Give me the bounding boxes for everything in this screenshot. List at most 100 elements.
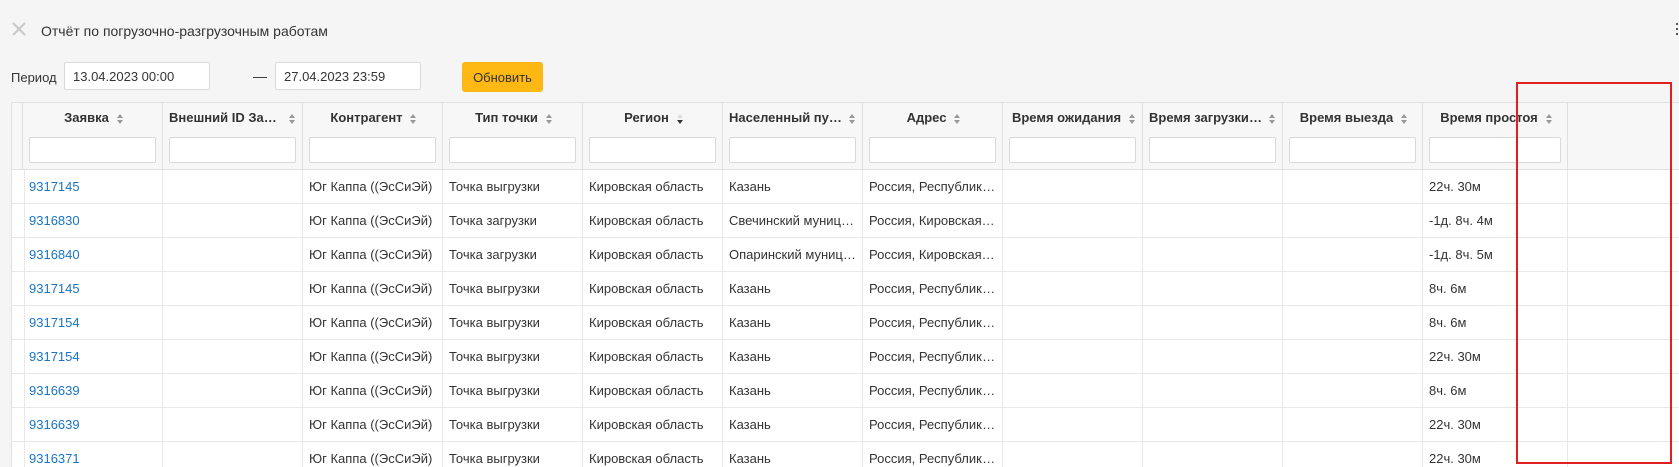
cell-idle_time: 8ч. 6м xyxy=(1423,374,1568,407)
cell-locality: Казань xyxy=(723,442,863,467)
period-label: Период xyxy=(11,70,57,85)
table-header: Заявка Внешний ID Заявки Контрагент Тип точ… xyxy=(12,103,1679,170)
cell-locality: Казань xyxy=(723,170,863,203)
cell-depart_time xyxy=(1283,272,1423,305)
column-header-counterparty[interactable]: Контрагент xyxy=(303,103,443,169)
cell-ext_id xyxy=(163,442,303,467)
cell-ext_id xyxy=(163,238,303,271)
cell-address: Россия, Республика Татарстан xyxy=(863,374,1003,407)
sort-icon[interactable] xyxy=(848,113,856,125)
column-filter-ext_id[interactable] xyxy=(169,137,296,163)
cell-point_type: Точка выгрузки xyxy=(443,170,583,203)
cell-load_time xyxy=(1143,204,1283,237)
table-row[interactable]: 9317154 Юг Каппа ((ЭсСиЭй) Точка выгрузки К… xyxy=(12,340,1679,374)
sort-icon[interactable] xyxy=(953,113,961,125)
table-row[interactable]: 9317145 Юг Каппа ((ЭсСиЭй) Точка выгрузки К… xyxy=(12,272,1679,306)
cell-wait_time xyxy=(1003,204,1143,237)
cell-point_type: Точка выгрузки xyxy=(443,408,583,441)
column-filter-depart_time[interactable] xyxy=(1289,137,1416,163)
cell-address: Россия, Кировская область xyxy=(863,204,1003,237)
order-link[interactable]: 9316639 xyxy=(23,374,163,407)
sort-icon[interactable] xyxy=(116,113,124,125)
cell-depart_time xyxy=(1283,204,1423,237)
sort-icon[interactable] xyxy=(1128,113,1136,125)
cell-wait_time xyxy=(1003,340,1143,373)
order-link[interactable]: 9317145 xyxy=(23,272,163,305)
cell-counterparty: Юг Каппа ((ЭсСиЭй) xyxy=(303,374,443,407)
column-filter-counterparty[interactable] xyxy=(309,137,436,163)
more-icon[interactable] xyxy=(1675,20,1679,42)
column-title: Тип точки xyxy=(475,110,538,125)
order-link[interactable]: 9316371 xyxy=(23,442,163,467)
date-from-input[interactable] xyxy=(64,62,210,90)
cell-idle_time: 22ч. 30м xyxy=(1423,340,1568,373)
column-filter-wait_time[interactable] xyxy=(1009,137,1136,163)
cell-locality: Опаринский муниципальный округ xyxy=(723,238,863,271)
table-row[interactable]: 9317154 Юг Каппа ((ЭсСиЭй) Точка выгрузки К… xyxy=(12,306,1679,340)
sort-icon[interactable] xyxy=(1400,113,1408,125)
column-filter-load_time[interactable] xyxy=(1149,137,1276,163)
cell-idle_time: -1д. 8ч. 4м xyxy=(1423,204,1568,237)
column-filter-locality[interactable] xyxy=(729,137,856,163)
cell-address: Россия, Республика Татарстан xyxy=(863,340,1003,373)
column-filter-order[interactable] xyxy=(29,137,156,163)
column-title: Время ожидания xyxy=(1011,110,1122,125)
sort-icon[interactable] xyxy=(409,113,417,125)
sort-icon[interactable] xyxy=(1545,113,1553,125)
refresh-button[interactable]: Обновить xyxy=(462,62,543,92)
column-header-load_time[interactable]: Время загрузки/выгрузки xyxy=(1143,103,1283,169)
table-row[interactable]: 9316639 Юг Каппа ((ЭсСиЭй) Точка выгрузки К… xyxy=(12,374,1679,408)
cell-wait_time xyxy=(1003,374,1143,407)
column-header-order[interactable]: Заявка xyxy=(23,103,163,169)
cell-region: Кировская область xyxy=(583,272,723,305)
cell-ext_id xyxy=(163,340,303,373)
close-icon[interactable] xyxy=(10,20,28,38)
table-row[interactable]: 9316840 Юг Каппа ((ЭсСиЭй) Точка загрузки К… xyxy=(12,238,1679,272)
sort-icon[interactable] xyxy=(1268,113,1276,125)
table-row[interactable]: 9316639 Юг Каппа ((ЭсСиЭй) Точка выгрузки К… xyxy=(12,408,1679,442)
order-link[interactable]: 9317154 xyxy=(23,340,163,373)
cell-idle_time: 22ч. 30м xyxy=(1423,408,1568,441)
column-filter-address[interactable] xyxy=(869,137,996,163)
sort-icon[interactable] xyxy=(288,113,296,125)
cell-idle_time: 22ч. 30м xyxy=(1423,170,1568,203)
column-header-idle_time[interactable]: Время простоя xyxy=(1423,103,1568,169)
column-filter-idle_time[interactable] xyxy=(1429,137,1561,163)
cell-load_time xyxy=(1143,238,1283,271)
cell-region: Кировская область xyxy=(583,374,723,407)
column-header-locality[interactable]: Населенный пункт xyxy=(723,103,863,169)
cell-ext_id xyxy=(163,204,303,237)
table-row[interactable]: 9316830 Юг Каппа ((ЭсСиЭй) Точка загрузки К… xyxy=(12,204,1679,238)
sort-icon[interactable] xyxy=(676,113,684,125)
order-link[interactable]: 9317145 xyxy=(23,170,163,203)
column-header-depart_time[interactable]: Время выезда xyxy=(1283,103,1423,169)
cell-counterparty: Юг Каппа ((ЭсСиЭй) xyxy=(303,238,443,271)
date-to-input[interactable] xyxy=(275,62,421,90)
column-header-ext_id[interactable]: Внешний ID Заявки xyxy=(163,103,303,169)
table-row[interactable]: 9317145 Юг Каппа ((ЭсСиЭй) Точка выгрузки К… xyxy=(12,170,1679,204)
cell-counterparty: Юг Каппа ((ЭсСиЭй) xyxy=(303,306,443,339)
cell-wait_time xyxy=(1003,238,1143,271)
column-header-region[interactable]: Регион xyxy=(583,103,723,169)
cell-wait_time xyxy=(1003,272,1143,305)
sort-icon[interactable] xyxy=(545,113,553,125)
cell-depart_time xyxy=(1283,340,1423,373)
cell-region: Кировская область xyxy=(583,340,723,373)
column-header-wait_time[interactable]: Время ожидания xyxy=(1003,103,1143,169)
order-link[interactable]: 9316830 xyxy=(23,204,163,237)
cell-ext_id xyxy=(163,374,303,407)
column-filter-region[interactable] xyxy=(589,137,716,163)
cell-load_time xyxy=(1143,374,1283,407)
cell-idle_time: 22ч. 30м xyxy=(1423,442,1568,467)
cell-depart_time xyxy=(1283,442,1423,467)
column-header-address[interactable]: Адрес xyxy=(863,103,1003,169)
order-link[interactable]: 9316639 xyxy=(23,408,163,441)
table-row[interactable]: 9316371 Юг Каппа ((ЭсСиЭй) Точка выгрузки К… xyxy=(12,442,1679,467)
order-link[interactable]: 9317154 xyxy=(23,306,163,339)
report-table: Заявка Внешний ID Заявки Контрагент Тип точ… xyxy=(11,102,1679,467)
order-link[interactable]: 9316840 xyxy=(23,238,163,271)
cell-locality: Казань xyxy=(723,374,863,407)
cell-locality: Казань xyxy=(723,272,863,305)
column-header-point_type[interactable]: Тип точки xyxy=(443,103,583,169)
column-filter-point_type[interactable] xyxy=(449,137,576,163)
